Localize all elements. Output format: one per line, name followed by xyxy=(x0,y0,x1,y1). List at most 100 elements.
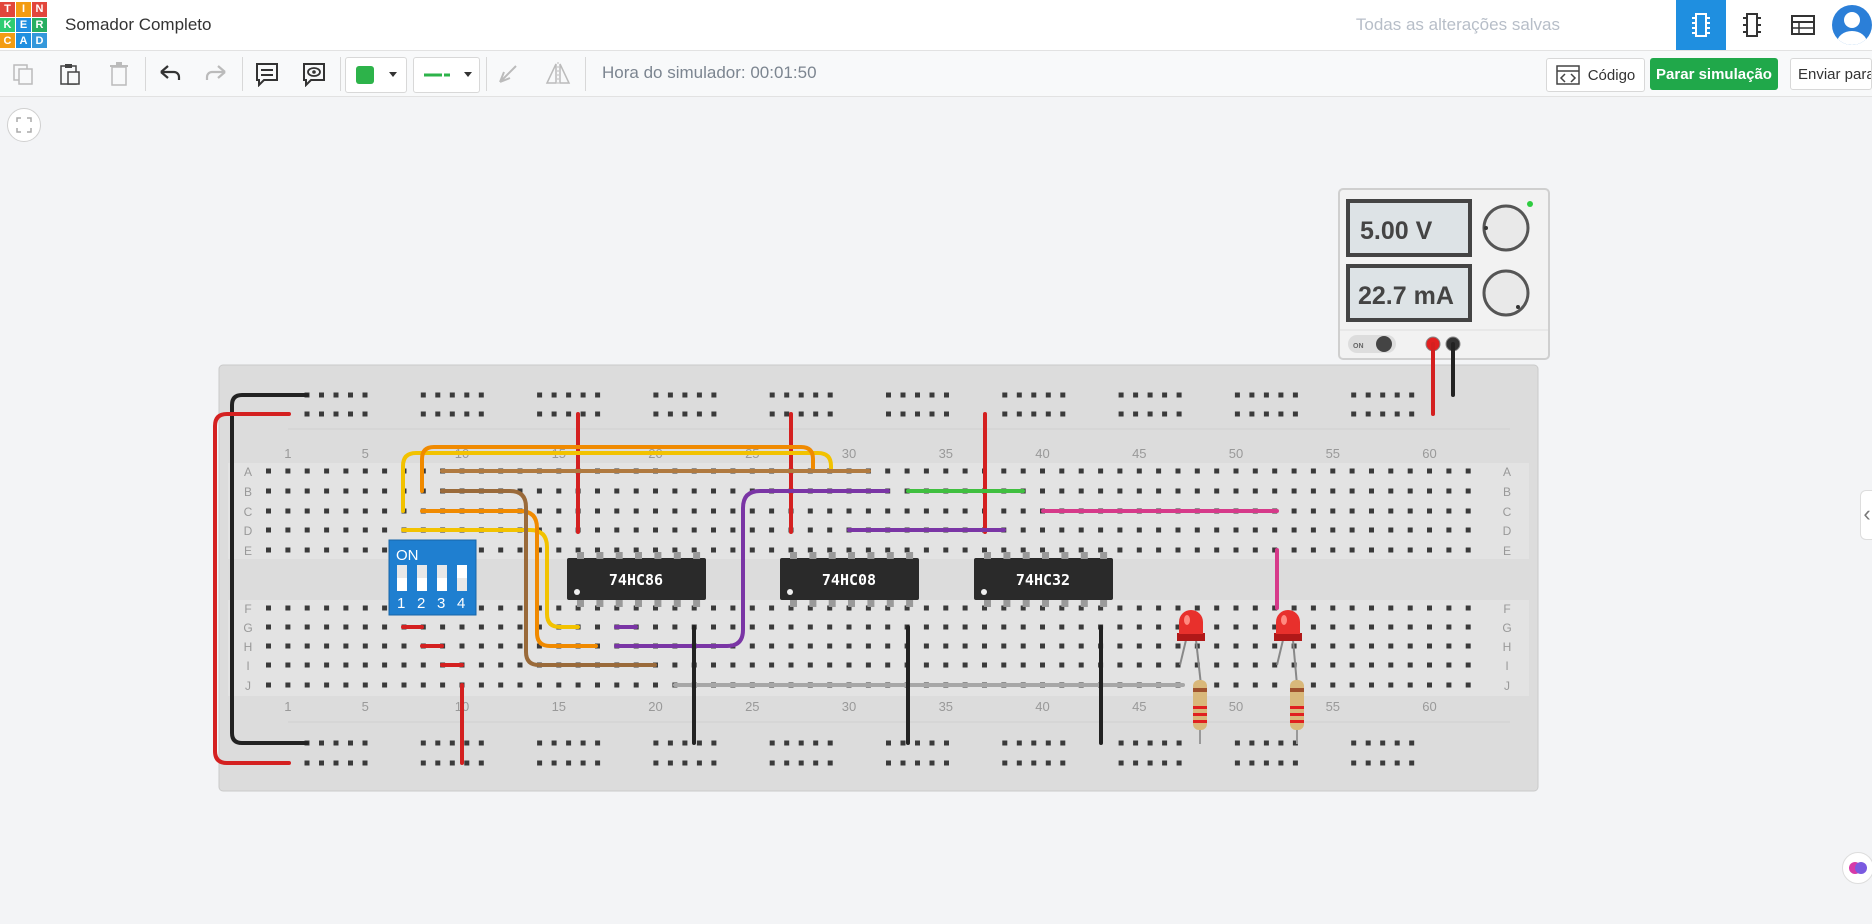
breadboard-hole xyxy=(944,392,949,398)
breadboard-hole xyxy=(1349,605,1355,611)
breadboard-hole xyxy=(1136,527,1142,533)
negative-terminal[interactable] xyxy=(1445,336,1461,352)
copy-button[interactable] xyxy=(5,57,41,91)
zoom-to-fit-button[interactable] xyxy=(7,108,41,142)
chip-pin xyxy=(577,600,584,607)
stop-simulation-button[interactable]: Parar simulação xyxy=(1650,58,1778,90)
breadboard-hole xyxy=(653,605,658,611)
column-number: 1 xyxy=(284,446,291,461)
save-status: Todas as alterações salvas xyxy=(1355,15,1560,34)
delete-button[interactable] xyxy=(101,57,137,91)
chip-pin xyxy=(984,552,991,559)
dip-toggle[interactable] xyxy=(457,565,467,578)
breadboard-hole xyxy=(1233,468,1239,474)
breadboard-hole xyxy=(1001,527,1007,533)
paste-button[interactable] xyxy=(52,57,88,91)
breadboard-hole xyxy=(1020,488,1026,494)
breadboard-hole xyxy=(324,527,330,533)
user-avatar[interactable] xyxy=(1832,5,1872,45)
flip-button[interactable] xyxy=(540,57,576,91)
breadboard-hole xyxy=(1117,605,1123,611)
breadboard-hole xyxy=(595,488,600,494)
redo-button[interactable] xyxy=(198,57,234,91)
breadboard-hole xyxy=(478,605,484,611)
breadboard-hole xyxy=(420,547,426,553)
send-to-button[interactable]: Enviar para xyxy=(1790,58,1872,90)
wire-type-picker[interactable] xyxy=(413,57,480,93)
breadboard-hole xyxy=(478,760,484,766)
row-label: G xyxy=(1502,621,1511,635)
dip-toggle[interactable] xyxy=(437,578,447,591)
breadboard-hole xyxy=(1147,392,1153,398)
circuit-canvas[interactable]: 5.00 V 22.7 mA ON 1155101015152020252530… xyxy=(0,0,1872,924)
breadboard-hole xyxy=(478,508,484,514)
align-button[interactable] xyxy=(490,57,526,91)
breadboard-hole xyxy=(798,392,804,398)
schematic-view-button[interactable] xyxy=(1727,0,1777,50)
breadboard-hole xyxy=(566,740,572,746)
breadboard-hole xyxy=(304,760,310,766)
breadboard-hole xyxy=(459,605,465,611)
current-knob[interactable] xyxy=(1482,269,1530,317)
panel-toggle-handle[interactable]: ‹ xyxy=(1860,490,1872,540)
breadboard-hole xyxy=(769,527,775,533)
project-title[interactable]: Somador Completo xyxy=(65,15,211,35)
code-button[interactable]: Código xyxy=(1546,58,1645,92)
column-number: 10 xyxy=(455,699,469,714)
breadboard-hole xyxy=(784,740,790,746)
breadboard-hole xyxy=(962,468,968,474)
resistor-2[interactable] xyxy=(1290,680,1304,744)
column-numbers: 1155101015152020252530303535404045455050… xyxy=(284,446,1436,714)
wire-color-picker[interactable] xyxy=(345,57,407,93)
breadboard-hole xyxy=(1349,643,1355,649)
breadboard-hole xyxy=(1310,682,1316,688)
chip-pin xyxy=(1061,552,1069,559)
dip-toggle[interactable] xyxy=(397,578,407,591)
circuit-view-button[interactable] xyxy=(1676,0,1726,50)
positive-terminal[interactable] xyxy=(1425,336,1441,352)
led-1[interactable] xyxy=(1177,610,1205,686)
breadboard-hole xyxy=(1175,682,1181,688)
breadboard-hole xyxy=(1369,643,1374,649)
chip-74hc86[interactable]: 74HC86 xyxy=(567,558,706,600)
column-number: 45 xyxy=(1132,446,1146,461)
ic-chips[interactable]: 74HC86 74HC08 74HC32 xyxy=(567,552,1113,607)
logo-letter: E xyxy=(16,17,31,33)
breadboard-hole xyxy=(798,740,804,746)
breadboard-hole xyxy=(517,662,523,668)
breadboard-hole xyxy=(1031,411,1037,417)
breadboard-hole xyxy=(382,624,388,630)
chip-pin xyxy=(1080,552,1088,559)
breadboard-hole xyxy=(1291,682,1297,688)
breadboard[interactable]: 1155101015152020252530303535404045455050… xyxy=(218,364,1539,792)
breadboard-hole xyxy=(711,682,716,688)
power-supply[interactable]: 5.00 V 22.7 mA ON xyxy=(1338,188,1550,360)
breadboard-hole xyxy=(319,411,324,417)
assistant-button[interactable] xyxy=(1842,852,1872,884)
breadboard-hole xyxy=(1427,508,1432,514)
wires[interactable] xyxy=(213,342,1455,765)
power-toggle[interactable] xyxy=(1348,335,1396,353)
led-2[interactable] xyxy=(1274,610,1302,686)
breadboard-hole xyxy=(1175,468,1181,474)
voltage-knob[interactable] xyxy=(1482,204,1530,252)
chip-74hc08[interactable]: 74HC08 xyxy=(780,558,919,600)
dip-switch[interactable]: ON 1 2 3 4 xyxy=(388,539,477,616)
resistor-1[interactable] xyxy=(1193,680,1207,744)
breadboard-hole xyxy=(1407,508,1413,514)
undo-button[interactable] xyxy=(152,57,188,91)
breadboard-hole xyxy=(730,527,736,533)
dip-toggle[interactable] xyxy=(417,578,427,591)
breadboard-hole xyxy=(343,547,349,553)
breadboard-hole xyxy=(1176,411,1182,417)
breadboard-hole xyxy=(904,468,910,474)
breadboard-hole xyxy=(1156,624,1162,630)
tinkercad-logo[interactable]: TIN KER CAD xyxy=(0,2,47,48)
notes-button[interactable] xyxy=(249,57,285,91)
component-list-button[interactable] xyxy=(1778,0,1828,50)
visibility-button[interactable] xyxy=(296,57,332,91)
row-label: E xyxy=(244,544,252,558)
chip-74hc32[interactable]: 74HC32 xyxy=(974,558,1113,600)
column-number: 35 xyxy=(939,446,953,461)
breadboard-hole xyxy=(420,682,426,688)
